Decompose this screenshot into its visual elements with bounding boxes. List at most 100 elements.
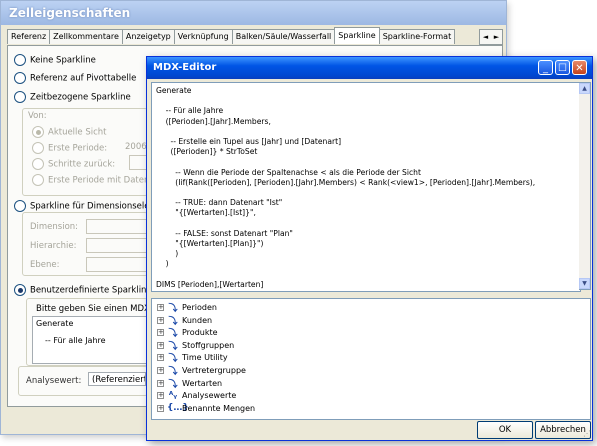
tree-item[interactable]: + ⤵ Wertarten <box>157 378 223 390</box>
hierarchie-select[interactable] <box>86 238 148 253</box>
option-zeitbezogen[interactable]: Zeitbezogene Sparkline <box>14 91 131 103</box>
tree-item[interactable]: + {…} Benannte Mengen <box>157 403 255 414</box>
code-line: -- Erstelle ein Tupel aus [Jahr] und [Da… <box>156 136 342 146</box>
option-benutzerdefiniert[interactable]: Benutzerdefinierte Sparkline <box>14 284 152 296</box>
tree-item[interactable]: + ⤵ Produkte <box>157 327 218 339</box>
code-line: -- Wenn die Periode der Spaltenachse < a… <box>156 167 421 177</box>
expand-icon[interactable]: + <box>157 316 164 324</box>
code-line: "{[Wertarten].[Ist]}", <box>156 208 256 218</box>
tab-sparkline-format[interactable]: Sparkline-Format <box>378 29 456 44</box>
radio-schritte-zurueck[interactable] <box>32 158 44 170</box>
expand-icon[interactable]: + <box>157 329 164 337</box>
tab-scroll-left-icon[interactable]: ◄ <box>483 33 488 41</box>
tree-item-label: Stoffgruppen <box>182 340 235 350</box>
tree-item-label: Wertarten <box>182 378 223 388</box>
expand-icon[interactable]: + <box>157 379 164 387</box>
code-line: -- TRUE: dann Datenart "Ist" <box>156 198 283 208</box>
von-label: Von: <box>28 111 47 121</box>
cell-properties-titlebar[interactable]: Zelleigenschaften <box>1 1 506 25</box>
option-dimension[interactable]: Sparkline für Dimensionselem <box>14 200 158 212</box>
tab-scroll-right-icon[interactable]: ► <box>494 33 499 41</box>
von-erste-periode-mit-daten[interactable]: Erste Periode mit Daten <box>32 174 149 186</box>
tree-item[interactable]: + ⤵ Stoffgruppen <box>157 340 235 352</box>
tab-scroll-buttons: ◄ ► <box>479 29 503 45</box>
metadata-tree[interactable]: + ⤵ Perioden + ⤵ Kunden + ⤵ Produkte + ⤵ Stoffgrupp… <box>151 298 591 420</box>
expand-icon[interactable]: + <box>157 367 164 374</box>
minimize-icon[interactable]: _ <box>538 60 553 75</box>
mdx-editor-titlebar[interactable]: MDX-Editor <box>147 57 592 79</box>
resize-grip-icon[interactable]: ⋰ <box>581 429 591 439</box>
expand-icon[interactable]: + <box>157 392 164 400</box>
hierarchy-icon: ⤵ <box>168 367 178 377</box>
expand-icon[interactable]: + <box>157 354 164 362</box>
tree-item-label: Perioden <box>182 303 217 312</box>
ok-button[interactable]: OK <box>477 421 533 439</box>
tree-item[interactable]: + ⤵ Time Utility <box>157 352 228 364</box>
mdx-preview-line-1: Generate <box>36 319 74 328</box>
radio-dimension[interactable] <box>14 200 26 212</box>
hierarchy-icon: ⤵ <box>168 316 178 327</box>
radio-keine[interactable] <box>14 54 26 66</box>
tree-item[interactable]: + ᴬᵧ Analysewerte <box>157 390 236 401</box>
dimension-select[interactable] <box>86 219 148 234</box>
code-line: Generate <box>156 86 192 95</box>
mdx-code-editor[interactable]: Generate -- Für alle Jahre ([Perioden].[… <box>151 82 581 292</box>
mdx-preview-textarea[interactable]: Generate -- Für alle Jahre <box>32 316 148 364</box>
tree-item[interactable]: + ⤵ Vertretergruppe <box>157 365 246 377</box>
radio-aktuelle-sicht[interactable] <box>32 126 44 138</box>
analysewert-select[interactable]: (Referenzierte <box>88 372 146 386</box>
expand-icon[interactable]: + <box>157 304 164 311</box>
code-line: -- FALSE: sonst Datenart "Plan" <box>156 228 293 238</box>
radio-erste-periode[interactable] <box>32 142 44 154</box>
code-line: ) <box>156 249 179 259</box>
tab-anzeigetyp[interactable]: Anzeigetyp <box>121 29 175 44</box>
expand-icon[interactable]: + <box>157 404 164 412</box>
von-schritte-zurueck[interactable]: Schritte zurück: <box>32 158 115 170</box>
tree-item-label: Analysewerte <box>182 391 237 401</box>
code-line: DIMS [Perioden],[Wertarten] <box>156 279 264 289</box>
tab-balken[interactable]: Balken/Säule/Wasserfall <box>231 29 336 44</box>
radio-benutzerdefiniert[interactable] <box>14 284 26 296</box>
ebene-label: Ebene: <box>30 260 60 270</box>
code-vertical-scrollbar[interactable]: ▲ ▼ <box>579 82 591 290</box>
measure-icon: ᴬᵧ <box>168 390 178 401</box>
radio-zeitbezogen[interactable] <box>14 91 26 103</box>
tab-verknuepfung[interactable]: Verknüpfung <box>173 29 233 44</box>
option-keine-sparkline[interactable]: Keine Sparkline <box>14 54 96 66</box>
scroll-down-icon[interactable]: ▼ <box>579 278 590 289</box>
code-line: ([Perioden].[Jahr].Members, <box>156 116 271 126</box>
scroll-up-icon[interactable]: ▲ <box>579 83 590 94</box>
cell-properties-title: Zelleigenschaften <box>9 6 131 20</box>
von-aktuelle-sicht[interactable]: Aktuelle Sicht <box>32 126 107 138</box>
option-pivot-referenz[interactable]: Referenz auf Pivottabelle <box>14 72 136 84</box>
von-erste-periode[interactable]: Erste Periode: <box>32 142 107 154</box>
dimension-label: Dimension: <box>30 222 79 232</box>
hierarchy-icon: ⤵ <box>168 379 178 390</box>
tab-sparkline[interactable]: Sparkline <box>334 27 380 44</box>
mdx-editor-window: MDX-Editor _ ☐ ✕ Generate -- Für alle Ja… <box>146 56 593 441</box>
code-line: ([Perioden]} * StrToSet <box>156 147 258 157</box>
close-icon[interactable]: ✕ <box>572 60 587 75</box>
tree-item-label: Produkte <box>182 328 218 338</box>
mdx-editor-title: MDX-Editor <box>153 62 217 73</box>
hierarchy-icon: ⤵ <box>168 341 178 352</box>
hierarchie-label: Hierarchie: <box>30 241 77 251</box>
tree-item[interactable]: + ⤵ Kunden <box>157 315 212 327</box>
mdx-code-text[interactable]: Generate -- Für alle Jahre ([Perioden].[… <box>152 83 580 293</box>
tree-item-label: Vertretergruppe <box>182 366 246 375</box>
tree-item-label: Benannte Mengen <box>182 403 256 413</box>
radio-pivot[interactable] <box>14 72 26 84</box>
expand-icon[interactable]: + <box>157 341 164 349</box>
ebene-select[interactable] <box>86 257 148 272</box>
maximize-icon[interactable]: ☐ <box>555 60 570 75</box>
tree-item[interactable]: + ⤵ Perioden <box>157 302 217 314</box>
tab-strip: Referenz Zellkommentare Anzeigetyp Verkn… <box>7 27 456 45</box>
tab-referenz[interactable]: Referenz <box>7 29 51 44</box>
tab-zellkommentare[interactable]: Zellkommentare <box>49 29 123 44</box>
radio-erste-periode-mit-daten[interactable] <box>32 174 44 186</box>
mdx-prompt: Bitte geben Sie einen MDX-A <box>36 304 159 314</box>
